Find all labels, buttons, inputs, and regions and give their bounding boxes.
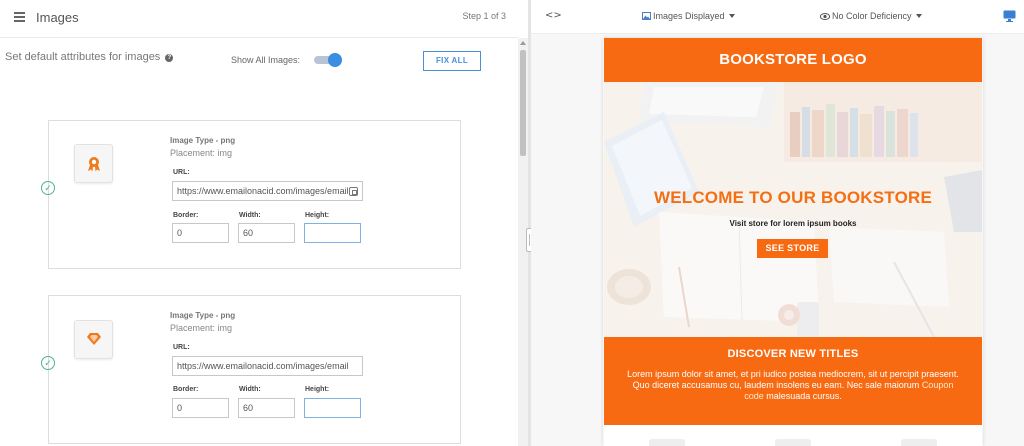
discover-heading: DISCOVER NEW TITLES [727,348,859,360]
top-bar: Images Step 1 of 3 [0,0,518,38]
preview-toolbar: <> Images Displayed No Color Deficiency [531,0,1024,34]
see-store-button[interactable]: SEE STORE [757,239,828,258]
check-circle-icon: ✓ [41,181,55,195]
show-all-toggle[interactable] [314,53,344,67]
discover-body: Lorem ipsum dolor sit amet, et pri iudic… [604,369,982,402]
height-label: Height: [305,386,330,393]
image-thumbnail [74,144,113,183]
discover-section: DISCOVER NEW TITLES Lorem ipsum dolor si… [604,337,982,425]
color-dropdown-label: No Color Deficiency [832,11,912,21]
width-field[interactable]: 60 [238,223,295,243]
image-card: Image Type - png Placement: img URL: htt… [48,295,461,444]
width-field[interactable]: 60 [238,398,295,418]
url-field[interactable]: https://www.emailonacid.com/images/email [172,181,363,201]
copy-icon[interactable] [349,187,358,196]
product-tile [775,439,811,446]
check-circle-icon: ✓ [41,356,55,370]
defaults-label: Set default attributes for images [5,51,161,63]
product-tile [901,439,937,446]
hero-image: WELCOME TO OUR BOOKSTORE Visit store for… [604,82,982,337]
ribbon-badge-icon [88,157,100,172]
hero-headline: WELCOME TO OUR BOOKSTORE [653,188,933,207]
chevron-down-icon [915,14,922,18]
desktop-monitor-icon[interactable] [1003,10,1016,22]
border-field[interactable]: 0 [172,398,229,418]
hero-overlay [604,82,982,337]
defaults-heading: Set default attributes for images ? [5,51,174,63]
discover-body-tail: malesuada cursus. [766,391,842,401]
scrollbar-thumb[interactable] [520,50,526,156]
image-card: Image Type - png Placement: img URL: htt… [48,120,461,269]
email-logo-banner: BOOKSTORE LOGO [604,38,982,82]
height-field[interactable] [304,223,361,243]
height-label: Height: [305,212,330,219]
image-placement: Placement: img [170,323,233,333]
url-label: URL: [173,169,190,176]
image-type: Image Type - png [170,136,236,145]
url-field[interactable]: https://www.emailonacid.com/images/email [172,356,363,376]
width-label: Width: [239,386,261,393]
url-label: URL: [173,344,190,351]
step-indicator: Step 1 of 3 [462,11,506,21]
chevron-down-icon [728,14,735,18]
help-icon[interactable]: ? [165,54,174,62]
app-root: Images Step 1 of 3 Set default attribute… [0,0,1024,446]
scroll-up-icon[interactable] [520,41,526,45]
diamond-icon [87,333,101,345]
images-displayed-dropdown[interactable]: Images Displayed [642,11,735,21]
product-tile [649,439,685,446]
eye-icon [820,13,830,20]
image-settings-panel: Images Step 1 of 3 Set default attribute… [0,0,518,446]
border-field[interactable]: 0 [172,223,229,243]
images-dropdown-label: Images Displayed [653,11,725,21]
page-title: Images [36,10,79,25]
border-label: Border: [173,386,199,393]
image-placement: Placement: img [170,148,233,158]
hero-subtext: Visit store for lorem ipsum books [729,219,857,228]
height-field[interactable] [304,398,361,418]
border-label: Border: [173,212,199,219]
product-strip [604,425,982,446]
discover-body-text: Lorem ipsum dolor sit amet, et pri iudic… [627,369,959,390]
width-label: Width: [239,212,261,219]
preview-panel: <> Images Displayed No Color Deficiency … [531,0,1024,446]
image-icon [642,12,651,20]
color-deficiency-dropdown[interactable]: No Color Deficiency [820,11,922,21]
email-preview: BOOKSTORE LOGO WELCOME TO OUR BOOKSTORE … [604,38,982,446]
toggle-knob [328,53,342,67]
code-icon[interactable]: <> [545,10,562,21]
image-thumbnail [74,320,113,359]
fix-all-button[interactable]: FIX ALL [423,51,481,71]
image-type: Image Type - png [170,311,236,320]
show-all-label: Show All Images: [231,55,301,65]
menu-icon[interactable] [14,12,25,22]
